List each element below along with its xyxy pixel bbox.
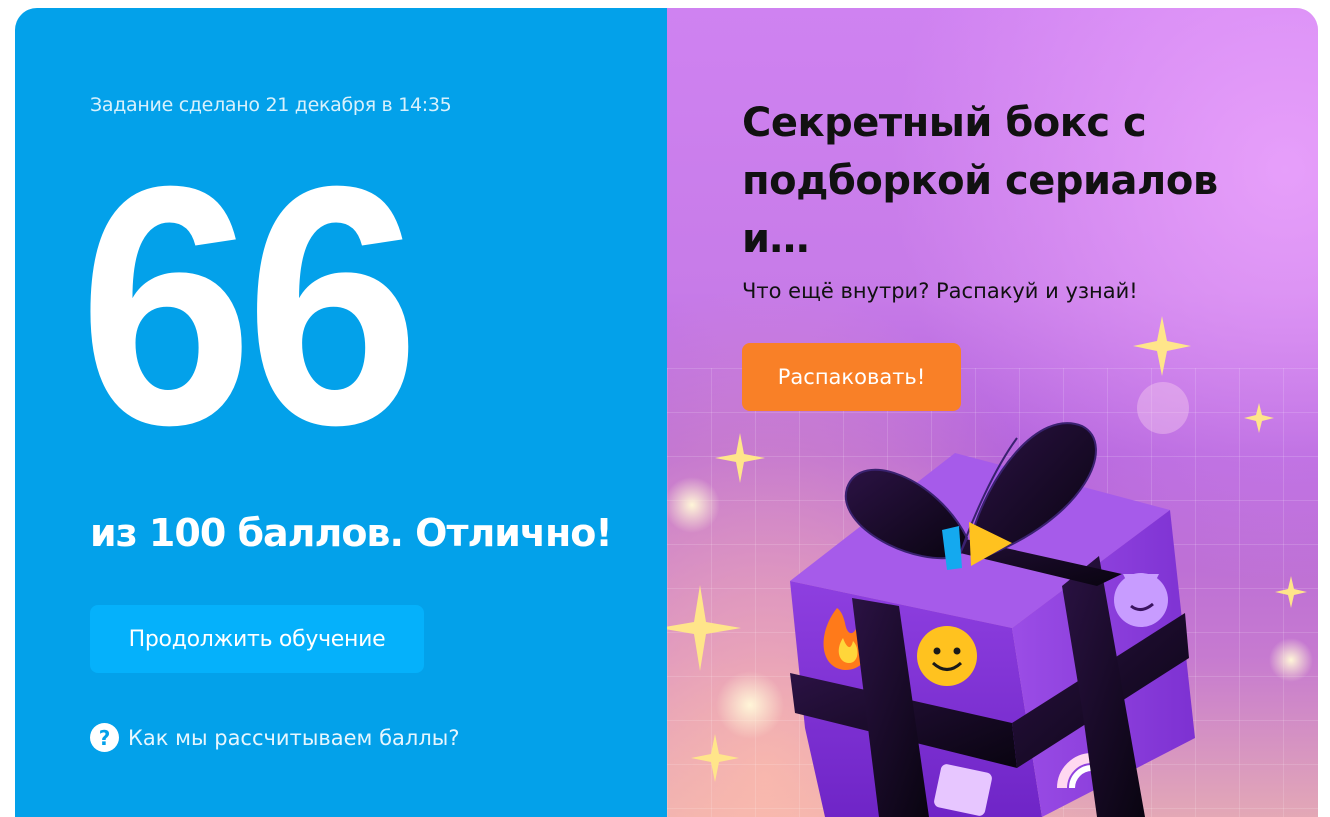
- gift-box: [790, 422, 1195, 817]
- light-orb: [716, 671, 784, 739]
- score-panel: Задание сделано 21 декабря в 14:35 66 из…: [15, 8, 667, 817]
- sticker-smile-icon: [917, 626, 977, 686]
- score-caption: из 100 баллов. Отлично!: [90, 511, 613, 555]
- light-orb: [1269, 638, 1313, 682]
- sticker-devil-icon: [1114, 573, 1168, 627]
- scoring-help-link[interactable]: ? Как мы рассчитываем баллы?: [90, 723, 459, 752]
- scoring-help-label: Как мы рассчитываем баллы?: [128, 725, 460, 750]
- promo-panel: Секретный бокс с подборкой сериалов и… Ч…: [667, 8, 1318, 817]
- promo-subtitle: Что ещё внутри? Распакуй и узнай!: [742, 279, 1138, 303]
- light-orb: [1137, 382, 1189, 434]
- unpack-button[interactable]: Распаковать!: [742, 343, 961, 411]
- promo-title: Секретный бокс с подборкой сериалов и…: [742, 100, 1218, 262]
- result-card: Задание сделано 21 декабря в 14:35 66 из…: [15, 8, 1318, 817]
- continue-learning-button[interactable]: Продолжить обучение: [90, 605, 424, 673]
- score-value: 66: [79, 116, 420, 496]
- light-orb: [667, 477, 720, 533]
- question-circle-icon: ?: [90, 723, 119, 752]
- completion-date: Задание сделано 21 декабря в 14:35: [90, 94, 452, 116]
